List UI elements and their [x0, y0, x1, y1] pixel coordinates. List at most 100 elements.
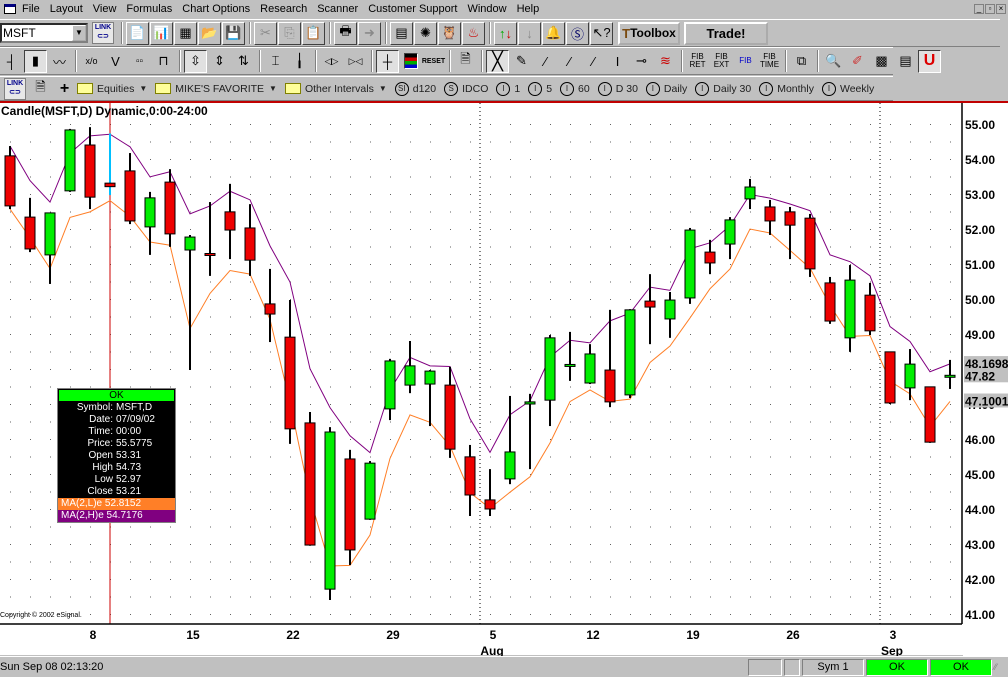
menu-scanner[interactable]: Scanner	[317, 3, 358, 15]
search-icon[interactable]: Ⓢ	[566, 21, 589, 45]
new-quote-window-icon[interactable]: ▦	[174, 21, 197, 45]
ray-line-icon[interactable]: ⁄	[558, 49, 581, 73]
chart-window[interactable]: Candle(MSFT,D) Dynamic,0:00-24:00 Copyri…	[0, 101, 1008, 657]
alert-bell-icon[interactable]: 🔔	[542, 21, 565, 45]
interval-4[interactable]: I 60	[560, 81, 590, 96]
interval-9[interactable]: I Weekly	[821, 81, 874, 96]
parallel-channel-icon[interactable]: ≋	[654, 49, 677, 73]
kagi-icon[interactable]: V	[104, 49, 127, 73]
symbol-input[interactable]: MSFT ▼	[0, 23, 88, 43]
copy-icon[interactable]: ⎘	[278, 21, 301, 45]
paste-icon[interactable]: 📋	[302, 21, 325, 45]
properties-icon[interactable]: 🗎	[29, 77, 52, 100]
go-icon[interactable]: ➜	[358, 21, 381, 45]
magnet-icon[interactable]: U	[918, 49, 941, 73]
menu-file[interactable]: File	[22, 3, 40, 15]
fib-arc-button[interactable]: FIB	[734, 49, 757, 73]
scroll-left-icon[interactable]: ◁▷	[320, 49, 343, 73]
data-window-ok[interactable]: OK	[59, 390, 174, 401]
menu-help[interactable]: Help	[517, 3, 540, 15]
trade-button[interactable]: Trade!	[684, 21, 768, 45]
menu-layout[interactable]: Layout	[50, 3, 83, 15]
ticker-icon[interactable]: ▤	[390, 21, 413, 45]
menu-view[interactable]: View	[93, 3, 117, 15]
menu-window[interactable]: Window	[467, 3, 506, 15]
shapes-icon[interactable]: ⧉	[790, 49, 813, 73]
color-bars-icon[interactable]	[404, 53, 418, 69]
open-folder-icon[interactable]: 📂	[198, 21, 221, 45]
fib-retracement-button[interactable]: FIB RET	[686, 49, 709, 73]
renko-icon[interactable]: ▫▫	[128, 49, 151, 73]
interval-0[interactable]: SI d120	[394, 81, 436, 96]
menu-research[interactable]: Research	[260, 3, 307, 15]
data-window[interactable]: OK Symbol: MSFT,D Date: 07/09/02 Time: 00:00 P…	[57, 388, 176, 523]
notes-icon[interactable]: ▤	[894, 49, 917, 73]
new-document-icon[interactable]: 📄	[126, 21, 149, 45]
grid-dot	[830, 439, 831, 440]
extended-line-icon[interactable]: ⁄	[582, 49, 605, 73]
interval-6[interactable]: I Daily	[645, 81, 687, 96]
down-arrow-icon[interactable]: ↓	[518, 21, 541, 45]
scroll-right-icon[interactable]: ▷◁	[344, 49, 367, 73]
folder-mikes-favorite[interactable]: MIKE'S FAVORITE ▼	[155, 83, 277, 95]
up-down-arrows-icon[interactable]: ↑ ↓	[494, 21, 517, 45]
new-chart-icon[interactable]: 📊	[150, 21, 173, 45]
line-break-icon[interactable]: ⊓	[152, 49, 175, 73]
properties-icon[interactable]: 🗎	[454, 49, 477, 73]
resize-grip-icon[interactable]: ⁄⁄	[994, 662, 1008, 672]
interval-2[interactable]: I1	[496, 81, 520, 96]
scale-auto-icon[interactable]: ⇅	[232, 49, 255, 73]
bar-spacing-wide-icon[interactable]: ⌶	[264, 49, 287, 73]
education-owl-icon[interactable]: 🦉	[438, 21, 461, 45]
help-cursor-icon[interactable]: ↖?	[590, 21, 613, 45]
fib-extension-button[interactable]: FIB EXT	[710, 49, 733, 73]
cut-icon[interactable]: ✂	[254, 21, 277, 45]
window-system-icon[interactable]	[4, 3, 16, 14]
interval-5[interactable]: ID 30	[597, 81, 638, 96]
candlestick-chart[interactable]: 55.0054.0053.0052.0051.0050.0049.0048.00…	[0, 103, 1008, 657]
grid-dot	[710, 614, 711, 615]
folder-equities[interactable]: Equities ▼	[77, 83, 147, 95]
minimize-icon[interactable]: _	[974, 4, 984, 14]
grid-pattern-icon[interactable]: ▩	[870, 49, 893, 73]
close-icon[interactable]: ×	[996, 4, 1006, 14]
interval-7[interactable]: I Daily 30	[695, 81, 751, 96]
crosshair-icon[interactable]: ┼	[376, 49, 399, 73]
trendline-icon[interactable]: ⁄	[534, 49, 557, 73]
interval-1[interactable]: S IDCO	[444, 81, 488, 96]
status-symbol-panel[interactable]: Sym 1	[802, 658, 864, 676]
link-button-2[interactable]: LINK ⊂⊃	[4, 77, 26, 100]
chevron-down-icon[interactable]: ▼	[72, 25, 86, 41]
bar-chart-style-icon[interactable]: ┤	[0, 49, 23, 73]
fib-time-button[interactable]: FIB TIME	[758, 49, 781, 73]
point-figure-icon[interactable]: x/o	[80, 49, 103, 73]
hot-list-flame-icon[interactable]: ♨	[462, 21, 485, 45]
zoom-in-icon[interactable]: 🔍	[822, 49, 845, 73]
folder-other-intervals[interactable]: Other Intervals ▼	[284, 83, 387, 95]
print-icon[interactable]: 🖶	[334, 21, 357, 45]
menu-chart-options[interactable]: Chart Options	[182, 3, 250, 15]
link-button[interactable]: LINK ⊂⊃	[92, 22, 114, 44]
grid-dot	[490, 299, 491, 300]
candle-down	[284, 336, 296, 430]
pencil-icon[interactable]: ✎	[510, 49, 533, 73]
add-plus-icon[interactable]: +	[53, 77, 76, 100]
menu-formulas[interactable]: Formulas	[126, 3, 172, 15]
eraser-icon[interactable]: ✐	[846, 49, 869, 73]
news-icon[interactable]: ✺	[414, 21, 437, 45]
line-chart-style-icon[interactable]: 〰	[48, 49, 71, 73]
bar-spacing-narrow-icon[interactable]: ╽	[288, 49, 311, 73]
scale-expand-icon[interactable]: ⇕	[208, 49, 231, 73]
reset-button[interactable]: RESET	[422, 49, 445, 73]
horizontal-line-icon[interactable]: ⊸	[630, 49, 653, 73]
interval-8[interactable]: I Monthly	[759, 81, 814, 96]
scale-compress-icon[interactable]: ⇳	[184, 49, 207, 73]
cross-delete-icon[interactable]: ╳	[486, 49, 509, 73]
interval-3[interactable]: I5	[528, 81, 552, 96]
restore-icon[interactable]: ▫	[985, 4, 995, 14]
candle-chart-style-icon[interactable]: ▮	[24, 49, 47, 73]
save-icon[interactable]: 💾	[222, 21, 245, 45]
menu-customer-support[interactable]: Customer Support	[368, 3, 457, 15]
toolbox-button[interactable]: T Toolbox	[618, 21, 680, 45]
vertical-line-icon[interactable]: I	[606, 49, 629, 73]
